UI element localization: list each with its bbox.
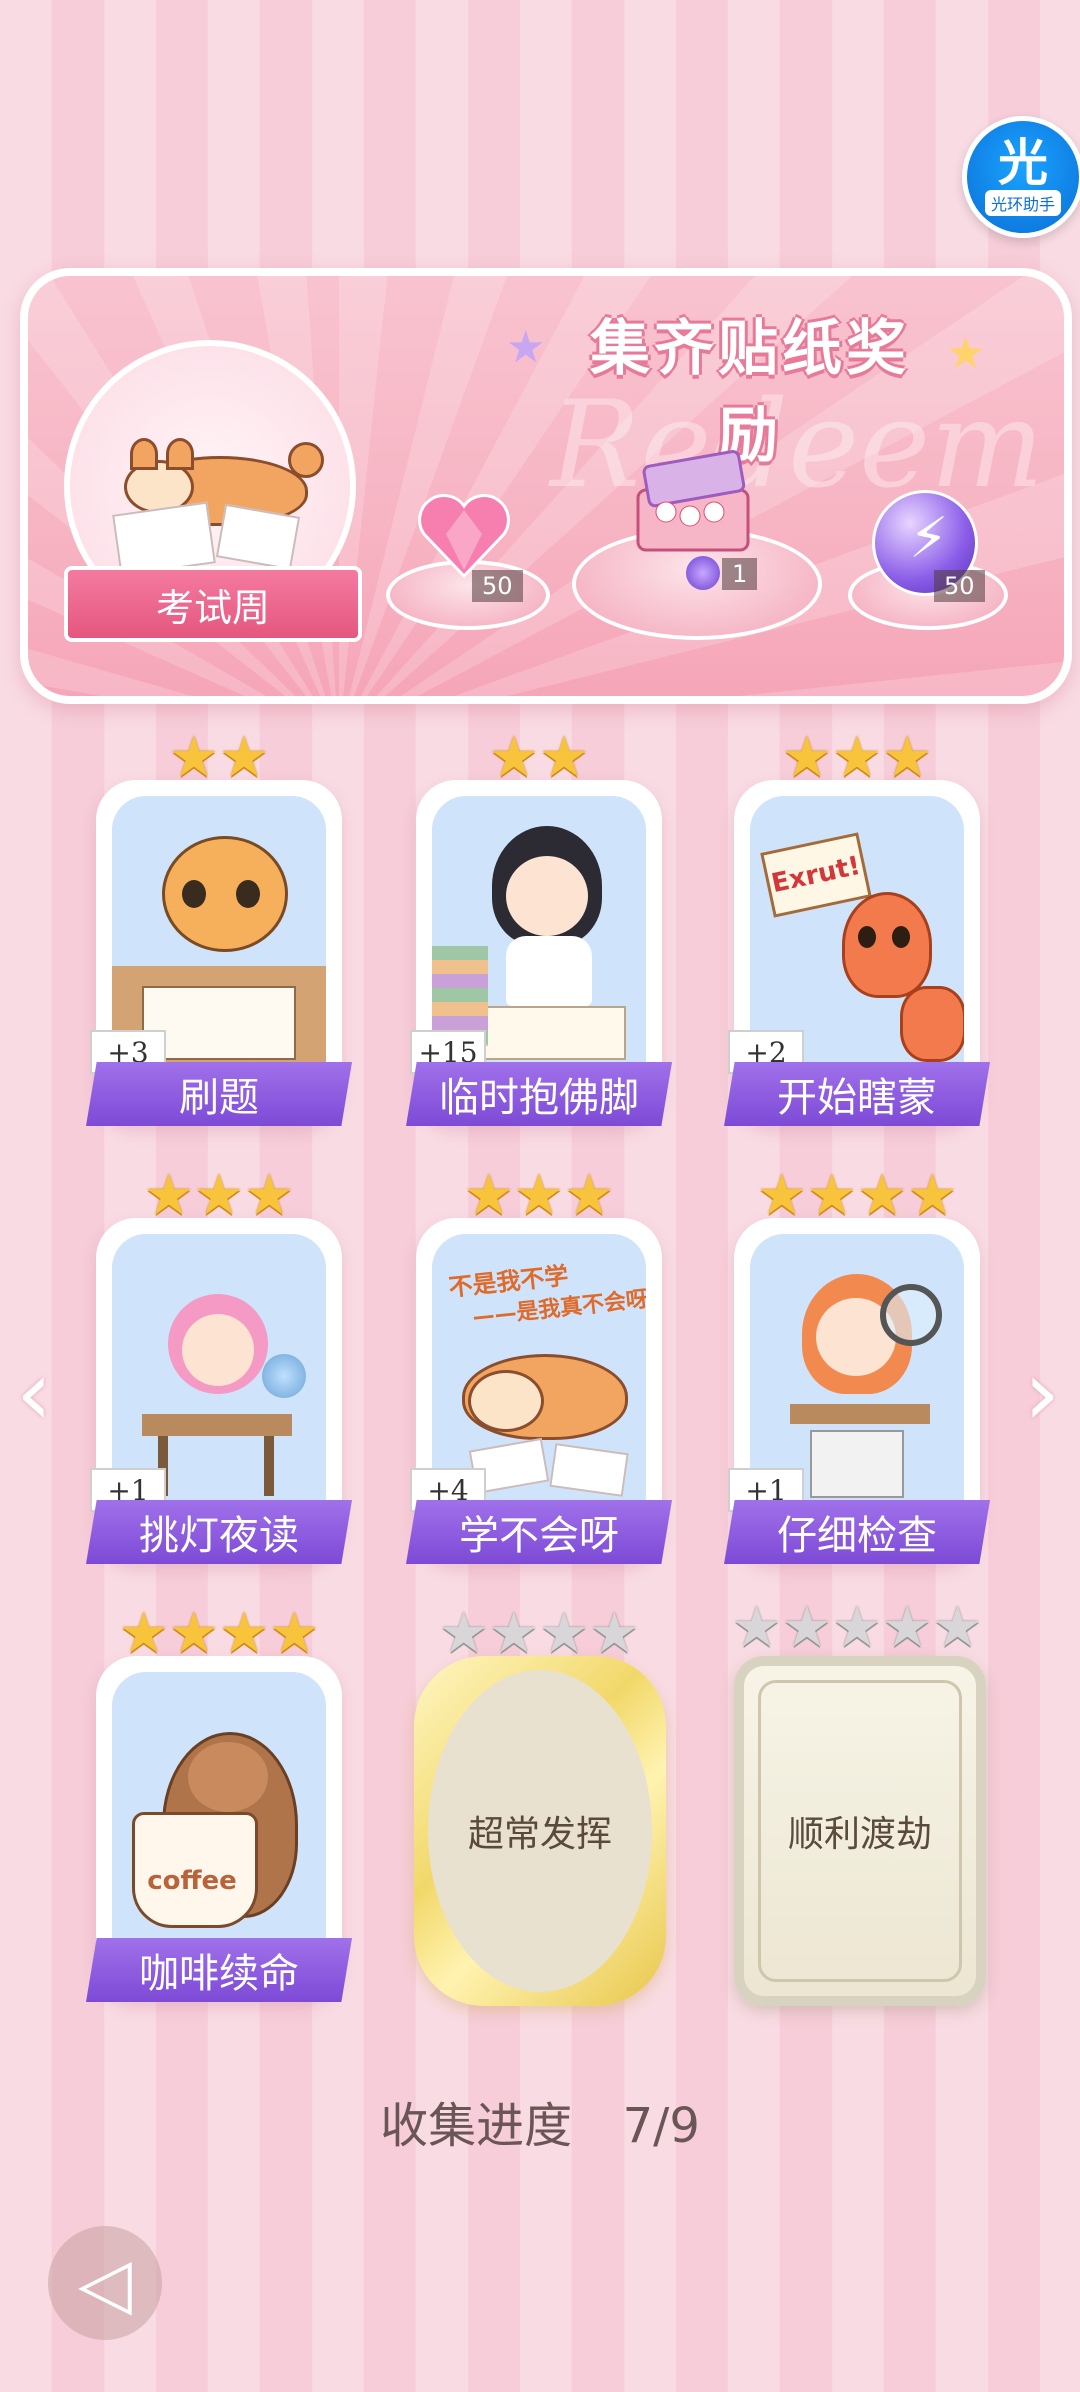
star-icon: ★	[219, 725, 270, 790]
star-icon: ★	[463, 1163, 514, 1228]
star-icon: ★	[589, 1601, 640, 1666]
star-icon: ★	[882, 725, 933, 790]
star-icon: ★	[143, 1163, 194, 1228]
assistant-logo-icon: 光	[998, 134, 1048, 192]
gift-box-icon	[626, 450, 756, 560]
star-icon: ★	[831, 1595, 883, 1660]
star-icon: ★	[907, 1163, 958, 1228]
card-title: 仔细检查	[724, 1500, 990, 1564]
star-icon: ★	[539, 725, 590, 790]
progress-label: 收集进度	[380, 2098, 573, 2154]
back-arrow-icon: ◁	[78, 2242, 132, 2324]
next-page-arrow[interactable]: ›	[1020, 1344, 1064, 1444]
coffee-text: coffee	[147, 1866, 237, 1896]
card-stars: ★ ★	[416, 730, 662, 786]
banner-watermark: Redeem	[549, 376, 1044, 515]
cat-studying-art	[112, 796, 326, 1066]
star-icon: ★	[438, 1601, 489, 1666]
dog-lying-art: 不是我不学 ——是我真不会呀	[432, 1234, 646, 1504]
reward-count: 1	[722, 558, 758, 590]
sticker-card[interactable]: +15 临时抱佛脚	[406, 780, 672, 1126]
star-icon: ★	[513, 1163, 565, 1228]
purple-star-icon: ★	[506, 322, 546, 373]
card-stars: ★ ★	[96, 730, 342, 786]
star-icon: ★	[244, 1163, 295, 1228]
sticker-card[interactable]: Exrut! +2 开始瞎蒙	[724, 780, 990, 1126]
reward-count: 50	[934, 570, 985, 602]
card-title: 咖啡续命	[86, 1938, 352, 2002]
sleeping-dog-icon	[112, 438, 324, 526]
sticker-card[interactable]: +1 挑灯夜读	[86, 1218, 352, 1564]
card-stars: ★ ★ ★ ★	[416, 1606, 662, 1662]
sticker-card[interactable]: +3 刷题	[86, 780, 352, 1126]
card-title: 挑灯夜读	[86, 1500, 352, 1564]
star-icon: ★	[857, 1163, 908, 1228]
star-icon: ★	[882, 1595, 933, 1660]
card-stars: ★ ★ ★	[96, 1168, 342, 1224]
star-icon: ★	[806, 1163, 857, 1228]
sign-text: Exrut!	[760, 832, 872, 918]
sticker-card[interactable]: 不是我不学 ——是我真不会呀 +4 学不会呀	[406, 1218, 672, 1564]
banner-title: 集齐贴纸奖励	[590, 314, 910, 471]
girl-praying-art	[432, 796, 646, 1066]
gold-star-icon: ★	[946, 328, 986, 379]
prev-page-arrow[interactable]: ‹	[12, 1344, 56, 1444]
girl-magnifier-art	[750, 1234, 964, 1504]
star-icon: ★	[756, 1163, 807, 1228]
star-icon: ★	[219, 1601, 270, 1666]
card-stars: ★ ★ ★	[416, 1168, 662, 1224]
card-stars: ★ ★ ★ ★	[734, 1168, 980, 1224]
card-title: 刷题	[86, 1062, 352, 1126]
progress-value: 7/9	[622, 2098, 700, 2154]
star-icon: ★	[168, 1601, 219, 1666]
card-title: 开始瞎蒙	[724, 1062, 990, 1126]
pink-heart-gem-icon	[416, 490, 512, 580]
star-icon: ★	[269, 1601, 320, 1666]
collection-progress: 收集进度 7/9	[0, 2086, 1080, 2156]
sticker-card[interactable]: coffee 咖啡续命	[86, 1656, 352, 2002]
sticker-card[interactable]: +1 仔细检查	[724, 1218, 990, 1564]
assistant-caption: 光环助手	[984, 190, 1061, 216]
card-title: 临时抱佛脚	[406, 1062, 672, 1126]
star-icon: ★	[731, 1595, 782, 1660]
theme-label: 考试周	[64, 566, 362, 642]
locked-sticker-card[interactable]: 超常发挥	[414, 1656, 666, 2006]
star-icon: ★	[564, 1163, 615, 1228]
locked-card-title: 顺利渡劫	[758, 1680, 962, 1982]
star-icon: ★	[168, 725, 219, 790]
star-icon: ★	[118, 1601, 169, 1666]
card-stars: ★ ★ ★ ★ ★	[731, 1595, 983, 1660]
star-icon: ★	[831, 725, 883, 790]
star-icon: ★	[781, 1595, 832, 1660]
reward-count: 50	[472, 570, 523, 602]
star-icon: ★	[539, 1601, 590, 1666]
star-icon: ★	[488, 1601, 539, 1666]
locked-card-title: 超常发挥	[428, 1670, 652, 1992]
assistant-badge[interactable]: 光 光环助手	[962, 116, 1080, 238]
orb-mini-icon	[686, 556, 720, 590]
locked-sticker-card[interactable]: 顺利渡劫	[734, 1656, 986, 2006]
star-icon: ★	[932, 1595, 983, 1660]
bear-coffee-art: coffee	[112, 1672, 326, 1942]
star-icon: ★	[193, 1163, 245, 1228]
star-icon: ★	[781, 725, 832, 790]
back-button[interactable]: ◁	[48, 2226, 162, 2340]
girl-desk-art	[112, 1234, 326, 1504]
card-stars: ★ ★ ★ ★	[96, 1606, 342, 1662]
shrimp-sign-art: Exrut!	[750, 796, 964, 1066]
card-stars: ★ ★ ★	[734, 730, 980, 786]
star-icon: ★	[488, 725, 539, 790]
card-title: 学不会呀	[406, 1500, 672, 1564]
